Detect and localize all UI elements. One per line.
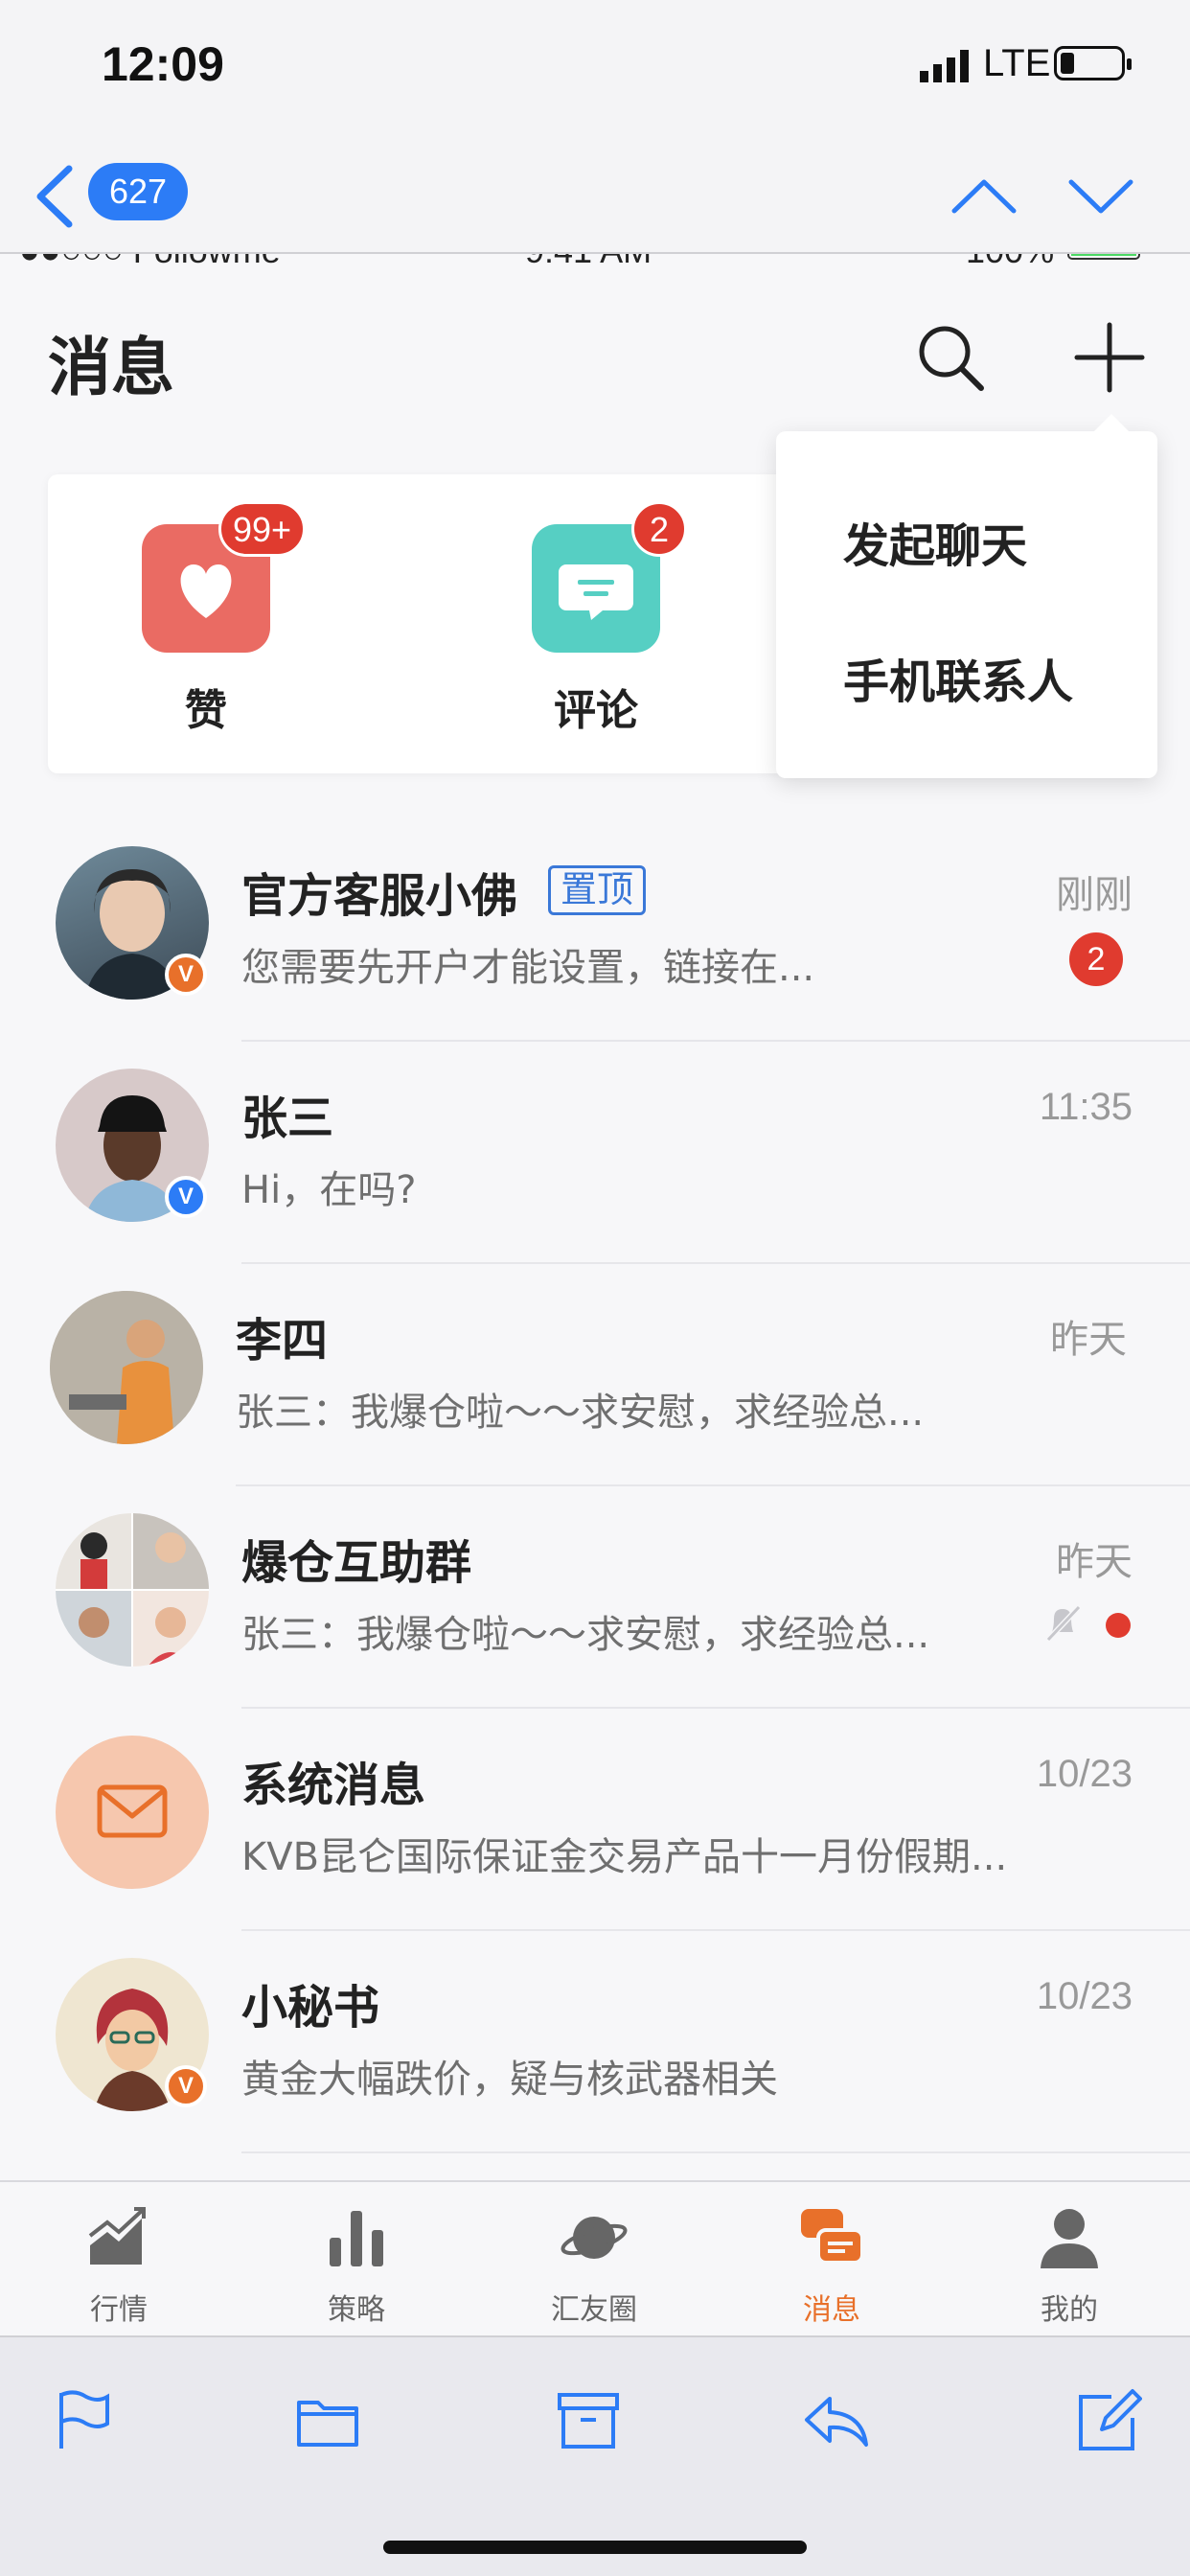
conversation-row[interactable]: V 张三 11:35 Hi，在吗? <box>0 1042 1190 1264</box>
conversation-time: 昨天 <box>1050 1319 1127 1361</box>
mail-nav-bar: 627 <box>0 134 1190 254</box>
conversation-preview: Hi，在吗? <box>241 1168 417 1212</box>
folder-icon[interactable] <box>293 2385 362 2454</box>
comments-action[interactable]: 2 评论 <box>532 474 687 773</box>
conversation-row[interactable]: 李四 昨天 张三：我爆仓啦～～求安慰，求经验总... <box>0 1264 1190 1486</box>
chart-trend-icon <box>88 2207 146 2265</box>
tab-label: 我的 <box>1041 2293 1098 2327</box>
network-type: LTE <box>983 42 1051 84</box>
tab-label: 消息 <box>803 2293 860 2327</box>
conversation-name: 小秘书 <box>241 1981 380 2035</box>
mailbox-count-badge[interactable]: 627 <box>88 163 188 220</box>
conversation-name: 张三 <box>241 1092 334 1145</box>
conversation-preview: 张三：我爆仓啦～～求安慰，求经验总... <box>236 1391 925 1435</box>
home-indicator[interactable] <box>383 2541 807 2554</box>
conversation-time: 刚刚 <box>1056 874 1133 916</box>
likes-badge: 99+ <box>218 501 307 557</box>
conversation-time: 昨天 <box>1056 1541 1133 1583</box>
tab-market[interactable]: 行情 <box>0 2182 238 2337</box>
tab-label: 策略 <box>328 2293 385 2327</box>
conversation-time: 11:35 <box>1039 1086 1133 1128</box>
plus-icon[interactable] <box>1073 321 1146 394</box>
unread-dot <box>1106 1613 1131 1638</box>
tab-strategy[interactable]: 策略 <box>238 2182 475 2337</box>
conversation-name: 官方客服小佛 <box>241 869 518 923</box>
likes-action[interactable]: 99+ 赞 <box>142 474 307 773</box>
compose-icon[interactable] <box>1073 2385 1142 2454</box>
tab-label: 汇友圈 <box>551 2293 637 2327</box>
signal-icon <box>920 50 969 82</box>
group-avatar-image <box>56 1513 209 1667</box>
conversation-row[interactable]: 爆仓互助群 昨天 张三：我爆仓啦～～求安慰，求经验总... <box>0 1486 1190 1709</box>
conversation-preview: KVB昆仑国际保证金交易产品十一月份假期... <box>241 1835 1008 1879</box>
comments-label: 评论 <box>554 686 638 735</box>
pinned-tag: 置顶 <box>548 865 647 915</box>
conversation-preview: 黄金大幅跌价，疑与核武器相关 <box>241 2058 778 2102</box>
inner-battery-icon <box>1067 254 1140 260</box>
inner-time: 9:41 AM <box>525 254 652 271</box>
verified-badge: V <box>165 2065 207 2107</box>
avatar <box>56 1736 209 1889</box>
conversation-name: 系统消息 <box>241 1759 426 1812</box>
person-icon <box>1041 2209 1098 2268</box>
comments-badge: 2 <box>631 501 687 557</box>
search-icon[interactable] <box>914 321 987 394</box>
verified-badge: V <box>165 954 207 996</box>
menu-item-phone-contacts[interactable]: 手机联系人 <box>843 644 1073 711</box>
bar-chart-icon <box>330 2211 383 2266</box>
inner-status-bar: ●●○○○ Followme 9:41 AM 100% <box>0 254 1190 271</box>
conversation-row[interactable]: V 小秘书 10/23 黄金大幅跌价，疑与核武器相关 <box>0 1931 1190 2153</box>
device-status-bar: 12:09 LTE <box>0 0 1190 134</box>
previous-message-icon[interactable] <box>949 172 1019 220</box>
back-chevron-icon[interactable] <box>33 163 79 230</box>
group-avatar <box>56 1513 209 1667</box>
battery-icon <box>1054 46 1132 80</box>
conversation-time: 10/23 <box>1036 1753 1133 1795</box>
likes-label: 赞 <box>185 686 227 735</box>
popup-caret <box>1092 414 1131 433</box>
planet-icon <box>561 2217 628 2259</box>
inner-battery-text: 100% <box>966 254 1054 271</box>
avatar-cook-image <box>50 1291 203 1444</box>
next-message-icon[interactable] <box>1065 172 1136 220</box>
conversation-preview: 张三：我爆仓啦～～求安慰，求经验总... <box>241 1613 930 1657</box>
avatar <box>50 1291 203 1444</box>
conversation-name: 爆仓互助群 <box>241 1536 472 1590</box>
archive-icon[interactable] <box>554 2385 623 2454</box>
mute-bell-icon <box>1045 1604 1082 1643</box>
conversation-time: 10/23 <box>1036 1975 1133 2017</box>
unread-count-badge: 2 <box>1069 932 1123 986</box>
inner-carrier: ●●○○○ Followme <box>19 254 281 271</box>
add-popup-menu: 发起聊天 手机联系人 <box>776 414 1157 778</box>
verified-badge: V <box>165 1176 207 1218</box>
conversation-row[interactable]: 系统消息 10/23 KVB昆仑国际保证金交易产品十一月份假期... <box>0 1709 1190 1931</box>
flag-icon[interactable] <box>48 2385 117 2454</box>
tab-community[interactable]: 汇友圈 <box>475 2182 713 2337</box>
conversation-preview: 您需要先开户才能设置，链接在... <box>241 946 815 990</box>
envelope-icon <box>97 1784 168 1838</box>
row-divider <box>241 2151 1190 2153</box>
messages-icon <box>801 2209 864 2265</box>
tab-label: 行情 <box>90 2293 148 2327</box>
mail-toolbar <box>0 2335 1190 2576</box>
conversation-name: 李四 <box>236 1314 329 1368</box>
tab-profile[interactable]: 我的 <box>950 2182 1188 2337</box>
tab-messages[interactable]: 消息 <box>713 2182 950 2337</box>
conversation-row[interactable]: V 官方客服小佛 置顶 刚刚 您需要先开户才能设置，链接在... 2 <box>0 819 1190 1042</box>
status-time: 12:09 <box>102 37 224 91</box>
page-title: 消息 <box>48 331 174 404</box>
app-tab-bar: 行情 策略 汇友圈 消息 我的 <box>0 2180 1190 2335</box>
reply-icon[interactable] <box>801 2385 870 2454</box>
embedded-screenshot: ●●○○○ Followme 9:41 AM 100% 消息 99+ 赞 <box>0 254 1190 2180</box>
menu-item-start-chat[interactable]: 发起聊天 <box>843 508 1027 575</box>
